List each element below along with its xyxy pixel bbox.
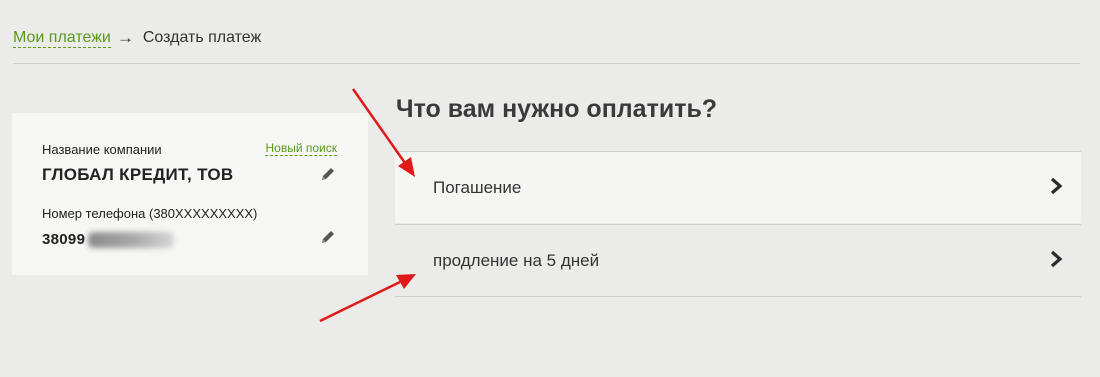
option-extension-5-days[interactable]: продление на 5 дней [395, 224, 1081, 297]
breadcrumb: Мои платежи → Создать платеж [13, 28, 261, 48]
option-repayment[interactable]: Погашение [395, 151, 1081, 223]
edit-phone-pencil-icon[interactable] [319, 228, 337, 246]
breadcrumb-current: Создать платеж [142, 29, 262, 46]
chevron-right-icon [1050, 250, 1063, 268]
header-divider [13, 63, 1080, 64]
payment-question-heading: Что вам нужно оплатить? [396, 95, 718, 123]
new-search-link[interactable]: Новый поиск [265, 141, 337, 156]
phone-value: 38099 [42, 231, 86, 248]
company-value: ГЛОБАЛ КРЕДИТ, ТОВ [42, 165, 234, 184]
phone-redaction-blur [88, 232, 174, 248]
company-card: Название компании Новый поиск ГЛОБАЛ КРЕ… [12, 113, 368, 275]
option-repayment-label: Погашение [433, 178, 522, 197]
chevron-right-icon [1050, 177, 1063, 195]
breadcrumb-separator: → [116, 28, 134, 47]
option-extension-label: продление на 5 дней [433, 251, 600, 270]
edit-company-pencil-icon[interactable] [319, 165, 337, 183]
phone-label: Номер телефона (380XXXXXXXXX) [42, 206, 258, 221]
company-label: Название компании [42, 142, 162, 157]
breadcrumb-link-my-payments[interactable]: Мои платежи [13, 29, 111, 48]
